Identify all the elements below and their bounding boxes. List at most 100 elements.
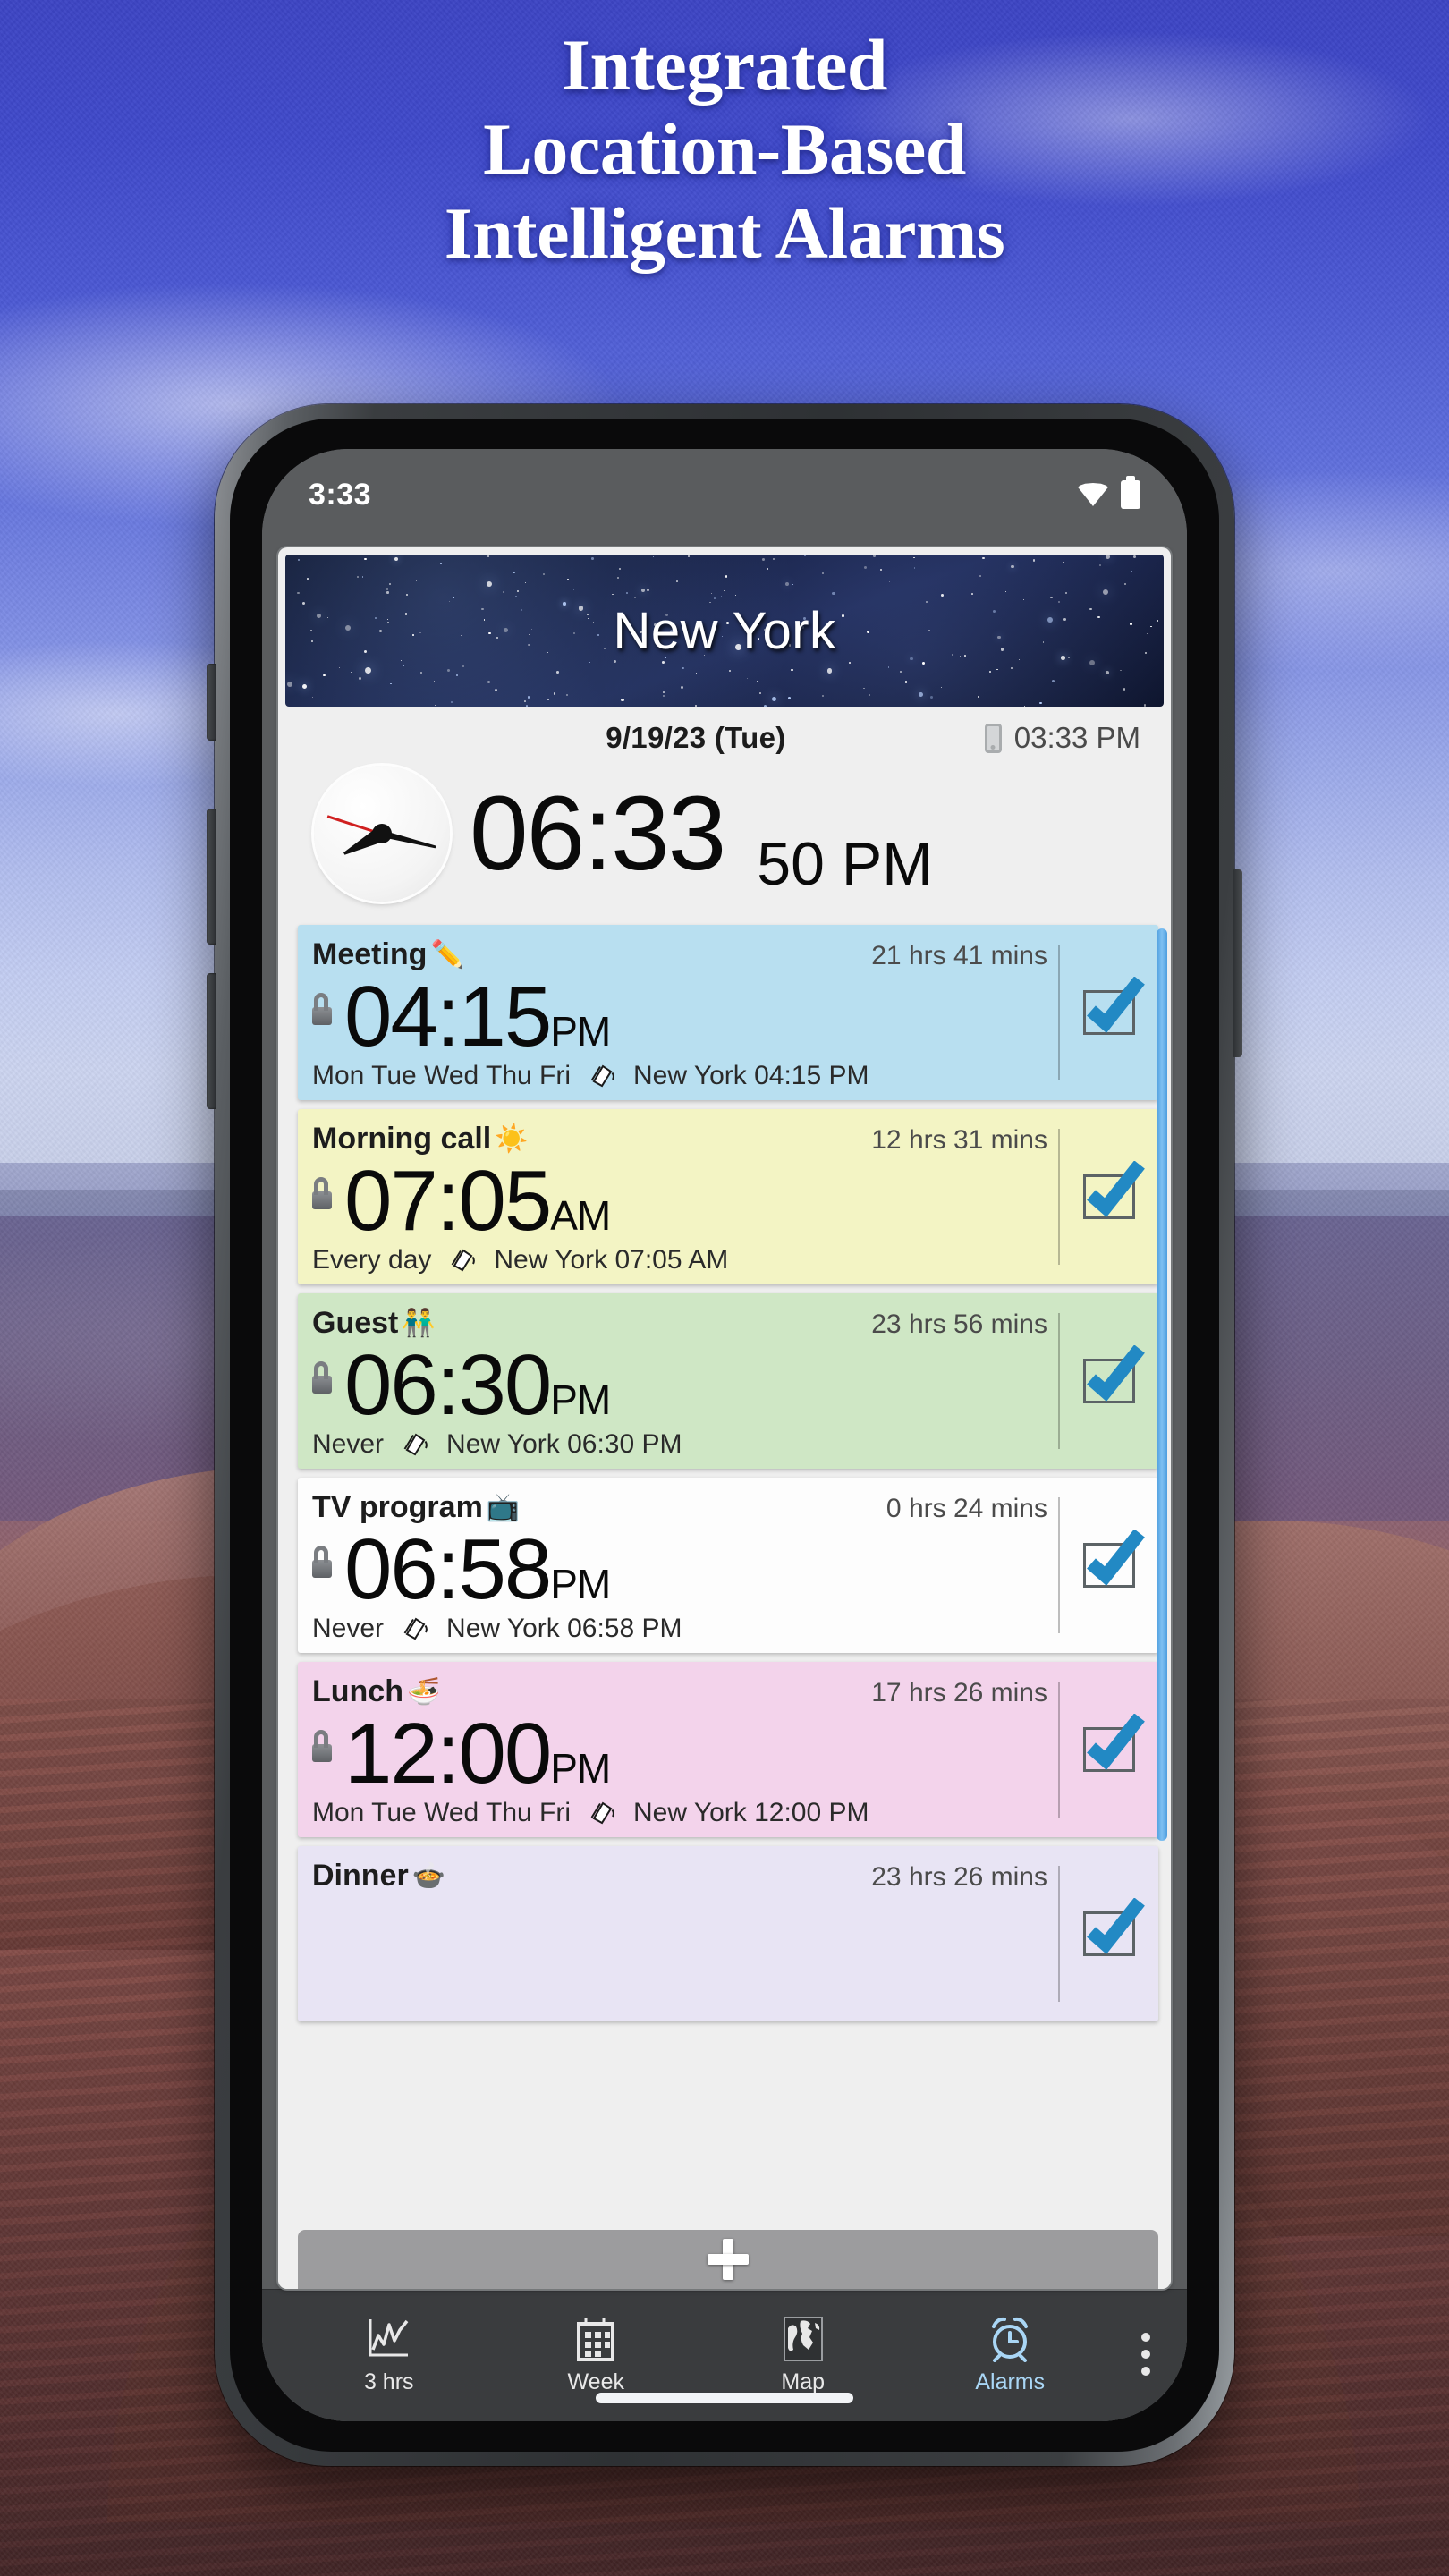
alarm-toggle-cell bbox=[1058, 945, 1158, 1080]
star bbox=[524, 581, 526, 583]
nav-item-alarms[interactable]: Alarms bbox=[907, 2316, 1114, 2395]
alarm-row[interactable]: Dinner 🍲 23 hrs 26 mins bbox=[298, 1846, 1158, 2021]
unlock-icon[interactable] bbox=[312, 1176, 332, 1209]
alarm-toggle-cell bbox=[1058, 1866, 1158, 2002]
star bbox=[863, 565, 867, 569]
star bbox=[767, 568, 768, 570]
nav-item-label: Alarms bbox=[975, 2369, 1046, 2394]
current-date: 9/19/23 (Tue) bbox=[606, 721, 786, 754]
star bbox=[592, 621, 595, 623]
star bbox=[379, 630, 383, 633]
star bbox=[529, 633, 530, 636]
star bbox=[913, 556, 915, 559]
star bbox=[913, 567, 916, 569]
alarm-row[interactable]: Morning call ☀️ 12 hrs 31 mins 07:05AM Every… bbox=[298, 1109, 1158, 1284]
star bbox=[826, 668, 833, 674]
power-button[interactable] bbox=[1233, 869, 1242, 1057]
star bbox=[964, 655, 966, 657]
star bbox=[528, 643, 531, 647]
more-vertical-icon bbox=[1141, 2349, 1150, 2359]
alarm-row[interactable]: Guest 👬 23 hrs 56 mins 06:30PM Never New York… bbox=[298, 1293, 1158, 1469]
alarm-enabled-checkbox[interactable] bbox=[1083, 1897, 1145, 1956]
star bbox=[462, 665, 465, 668]
alarm-enabled-checkbox[interactable] bbox=[1083, 976, 1145, 1035]
star bbox=[386, 621, 389, 623]
star bbox=[310, 630, 313, 632]
alarm-time-row: 06:58PM bbox=[312, 1525, 1058, 1614]
star bbox=[495, 689, 498, 692]
star bbox=[338, 667, 340, 669]
star bbox=[553, 692, 556, 695]
alarm-header: Lunch 🍜 17 hrs 26 mins bbox=[312, 1674, 1058, 1709]
overflow-menu-button[interactable] bbox=[1114, 2332, 1178, 2379]
star bbox=[530, 629, 532, 631]
checkmark-icon bbox=[1082, 1529, 1147, 1587]
star bbox=[662, 694, 665, 697]
star bbox=[419, 672, 422, 674]
alarm-label-emoji: 📺 bbox=[486, 1493, 521, 1522]
alarm-row-details: Meeting ✏️ 21 hrs 41 mins 04:15PM Mon Tue We… bbox=[298, 925, 1058, 1100]
alarm-remaining-time: 23 hrs 56 mins bbox=[871, 1309, 1047, 1339]
star bbox=[517, 590, 520, 593]
star bbox=[1022, 598, 1024, 601]
star bbox=[461, 634, 462, 637]
nav-item-map[interactable]: Map bbox=[699, 2316, 907, 2395]
unlock-icon[interactable] bbox=[312, 992, 332, 1025]
alarm-time: 07:05AM bbox=[344, 1152, 611, 1249]
alarm-enabled-checkbox[interactable] bbox=[1083, 1160, 1145, 1219]
star bbox=[1146, 633, 1148, 635]
star bbox=[286, 681, 293, 688]
star bbox=[588, 617, 589, 620]
star bbox=[832, 592, 835, 596]
star bbox=[869, 694, 870, 696]
star bbox=[323, 674, 326, 677]
star bbox=[977, 696, 979, 698]
alarm-toggle-cell bbox=[1058, 1129, 1158, 1265]
alarm-enabled-checkbox[interactable] bbox=[1083, 1344, 1145, 1403]
alarm-remaining-time: 0 hrs 24 mins bbox=[886, 1494, 1047, 1523]
unlock-icon[interactable] bbox=[312, 1729, 332, 1762]
star bbox=[587, 614, 589, 616]
mute-switch[interactable] bbox=[207, 664, 216, 741]
star bbox=[483, 619, 486, 621]
nav-item-3-hrs[interactable]: 3 hrs bbox=[285, 2316, 493, 2395]
alarm-footer: Never New York 06:30 PM bbox=[312, 1429, 1058, 1460]
volume-up-button[interactable] bbox=[207, 809, 216, 945]
alarm-row-details: Lunch 🍜 17 hrs 26 mins 12:00PM Mon Tue Wed T… bbox=[298, 1662, 1058, 1837]
star bbox=[868, 631, 870, 633]
alarm-location-time: New York 04:15 PM bbox=[633, 1061, 869, 1090]
alarm-list[interactable]: Meeting ✏️ 21 hrs 41 mins 04:15PM Mon Tue We… bbox=[278, 921, 1171, 2289]
list-scrollbar[interactable] bbox=[1157, 928, 1167, 1841]
alarm-footer: Every day New York 07:05 AM bbox=[312, 1245, 1058, 1275]
star bbox=[316, 614, 321, 619]
add-alarm-bar[interactable] bbox=[298, 2230, 1158, 2289]
star bbox=[1046, 617, 1053, 623]
alarm-row[interactable]: Lunch 🍜 17 hrs 26 mins 12:00PM Mon Tue Wed T… bbox=[298, 1662, 1158, 1837]
alarm-row[interactable]: TV program 📺 0 hrs 24 mins 06:58PM Never New … bbox=[298, 1478, 1158, 1653]
alarm-enabled-checkbox[interactable] bbox=[1083, 1713, 1145, 1772]
star bbox=[419, 631, 421, 634]
unlock-icon[interactable] bbox=[312, 1360, 332, 1394]
alarm-time-row: 04:15PM bbox=[312, 968, 1058, 1064]
star bbox=[386, 588, 389, 590]
nav-item-week[interactable]: Week bbox=[493, 2316, 700, 2395]
headline-line-1: Integrated bbox=[562, 24, 887, 106]
current-time-display: 06:33 50 PM bbox=[278, 757, 1171, 921]
device-time-group: 03:33 PM bbox=[984, 721, 1140, 755]
alarm-enabled-checkbox[interactable] bbox=[1083, 1529, 1145, 1588]
star bbox=[695, 705, 698, 707]
current-seconds-ampm: 50 PM bbox=[757, 830, 933, 898]
plus-icon[interactable] bbox=[708, 2239, 749, 2280]
star bbox=[345, 625, 352, 631]
city-banner[interactable]: New York bbox=[285, 555, 1164, 707]
checkmark-icon bbox=[1082, 1160, 1147, 1218]
alarm-time: 04:15PM bbox=[344, 968, 611, 1064]
star bbox=[1089, 660, 1095, 666]
alarm-header: Guest 👬 23 hrs 56 mins bbox=[312, 1306, 1058, 1341]
star bbox=[1061, 656, 1065, 660]
star bbox=[1067, 657, 1070, 659]
unlock-icon[interactable] bbox=[312, 1545, 332, 1578]
alarm-row[interactable]: Meeting ✏️ 21 hrs 41 mins 04:15PM Mon Tue We… bbox=[298, 925, 1158, 1100]
alarm-clock-icon bbox=[987, 2316, 1033, 2362]
volume-down-button[interactable] bbox=[207, 973, 216, 1109]
